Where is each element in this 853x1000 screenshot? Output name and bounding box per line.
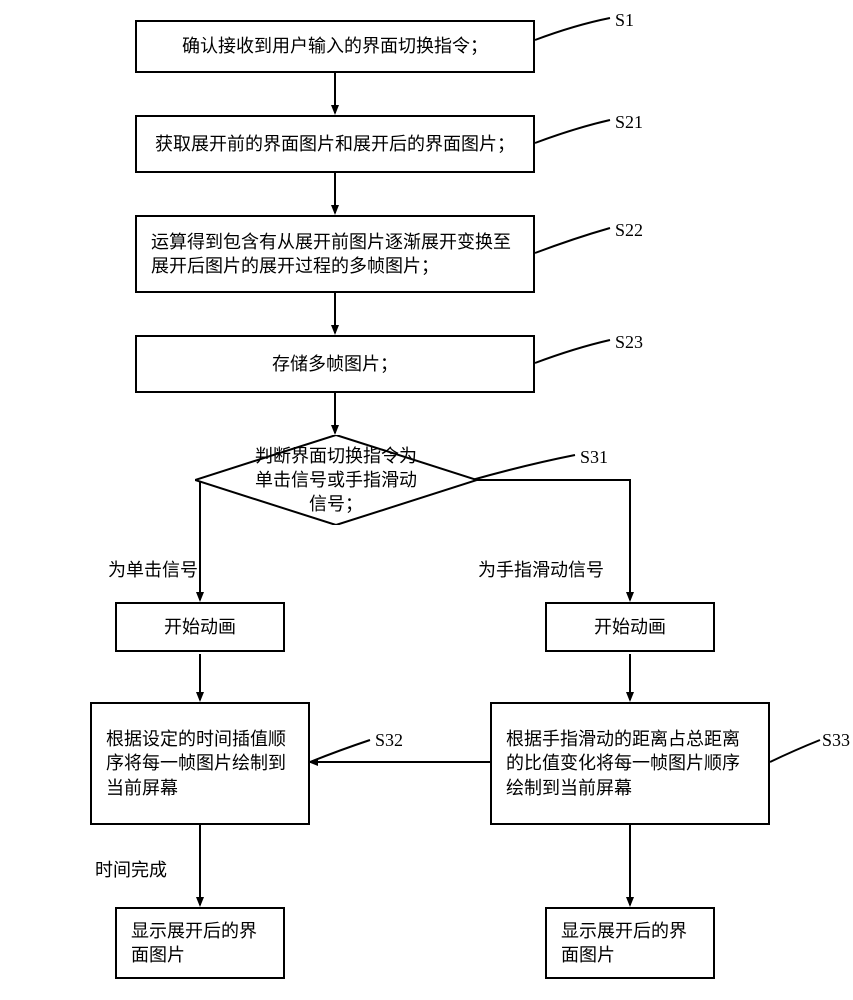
step-s21-text: 获取展开前的界面图片和展开后的界面图片； (155, 132, 515, 156)
step-s23-text: 存储多帧图片； (272, 352, 398, 376)
label-s1: S1 (615, 8, 634, 32)
branch-right-label: 为手指滑动信号 (478, 558, 604, 582)
step-s23: 存储多帧图片； (135, 335, 535, 393)
label-s22: S22 (615, 218, 643, 242)
flowchart-canvas: 确认接收到用户输入的界面切换指令； S1 获取展开前的界面图片和展开后的界面图片… (0, 0, 853, 1000)
right-final: 显示展开后的界面图片 (545, 907, 715, 979)
step-s1-text: 确认接收到用户输入的界面切换指令； (182, 34, 488, 58)
left-final: 显示展开后的界面图片 (115, 907, 285, 979)
left-start-animation: 开始动画 (115, 602, 285, 652)
decision-s31-text: 判断界面切换指令为单击信号或手指滑动信号； (195, 435, 477, 525)
label-s31: S31 (580, 445, 608, 469)
left-start-animation-text: 开始动画 (164, 615, 236, 639)
decision-s31: 判断界面切换指令为单击信号或手指滑动信号； (195, 435, 477, 525)
step-s33-text: 根据手指滑动的距离占总距离的比值变化将每一帧图片顺序绘制到当前屏幕 (506, 727, 754, 800)
right-start-animation-text: 开始动画 (594, 615, 666, 639)
right-final-text: 显示展开后的界面图片 (561, 919, 699, 968)
right-start-animation: 开始动画 (545, 602, 715, 652)
step-s32-text: 根据设定的时间插值顺序将每一帧图片绘制到当前屏幕 (106, 727, 294, 800)
label-s32: S32 (375, 728, 403, 752)
time-done-label: 时间完成 (95, 858, 167, 882)
label-s21: S21 (615, 110, 643, 134)
label-s33: S33 (822, 728, 850, 752)
step-s32: 根据设定的时间插值顺序将每一帧图片绘制到当前屏幕 (90, 702, 310, 825)
step-s21: 获取展开前的界面图片和展开后的界面图片； (135, 115, 535, 173)
step-s33: 根据手指滑动的距离占总距离的比值变化将每一帧图片顺序绘制到当前屏幕 (490, 702, 770, 825)
step-s1: 确认接收到用户输入的界面切换指令； (135, 20, 535, 73)
step-s22: 运算得到包含有从展开前图片逐渐展开变换至展开后图片的展开过程的多帧图片； (135, 215, 535, 293)
left-final-text: 显示展开后的界面图片 (131, 919, 269, 968)
label-s23: S23 (615, 330, 643, 354)
branch-left-label: 为单击信号 (108, 558, 198, 582)
step-s22-text: 运算得到包含有从展开前图片逐渐展开变换至展开后图片的展开过程的多帧图片； (151, 230, 519, 279)
